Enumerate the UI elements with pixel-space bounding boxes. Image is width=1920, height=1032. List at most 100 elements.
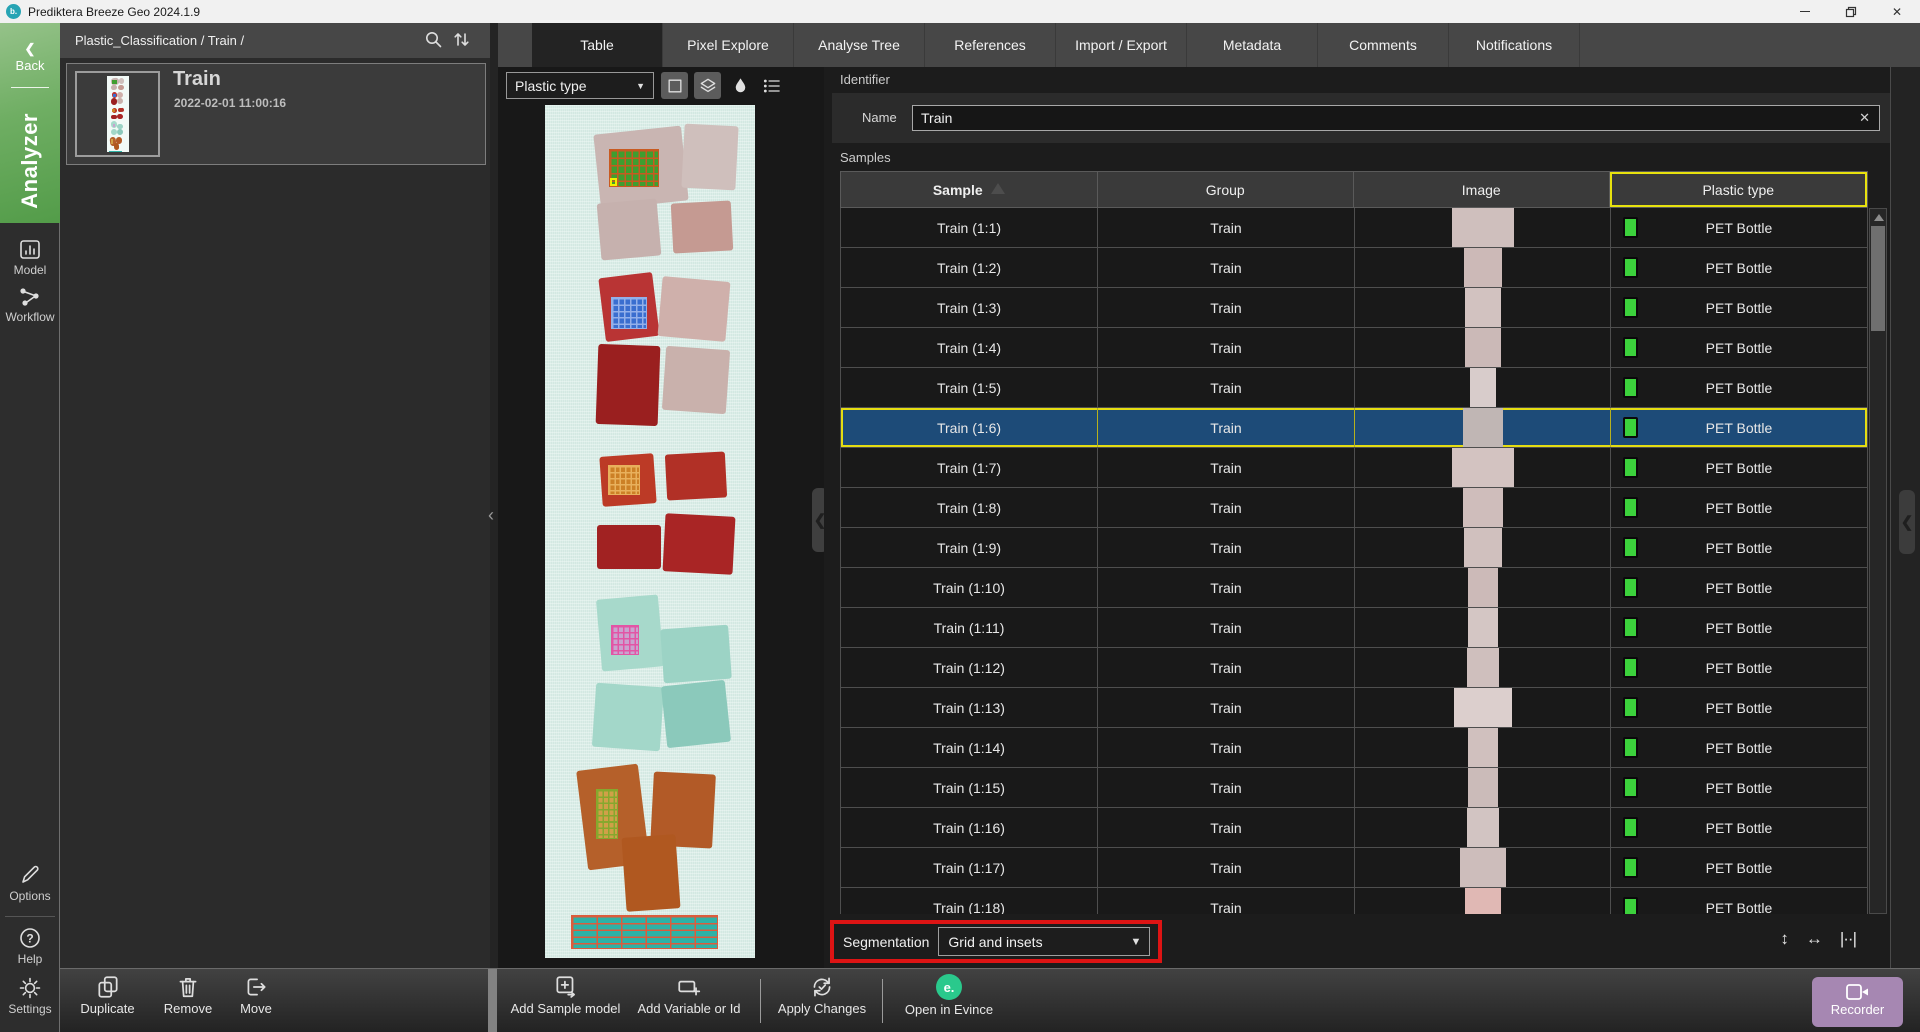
samples-table-header: Sample Group Image Plastic type [840,171,1868,208]
search-icon[interactable] [423,29,444,50]
breadcrumb[interactable]: Plastic_Classification / Train / [75,33,244,48]
toolbar-splitter-band[interactable] [488,969,497,1032]
column-header-group[interactable]: Group [1098,172,1354,207]
collapse-right-handle[interactable]: ❮ [1899,490,1915,554]
nav-item-model[interactable]: Model [0,239,60,277]
sample-cell: Train (1:5) [841,368,1098,407]
resize-vertical-icon[interactable]: ↕ [1780,929,1789,949]
image-cell [1355,528,1611,567]
table-row[interactable]: Train (1:4) Train PET Bottle [841,328,1867,368]
tab-import-export[interactable]: Import / Export [1056,23,1187,67]
dataset-card-train[interactable]: Train 2022-02-01 11:00:16 [66,63,486,165]
move-icon [247,978,266,996]
group-cell: Train [1098,368,1355,407]
video-camera-icon [1845,984,1868,1000]
column-header-sample[interactable]: Sample [841,172,1098,207]
model-icon [20,240,40,259]
scrollbar-thumb[interactable] [1871,226,1885,331]
plastic-type-value: PET Bottle [1705,459,1773,476]
table-row[interactable]: Train (1:11) Train PET Bottle [841,608,1867,648]
minimize-button[interactable] [1782,0,1828,23]
splitter-left[interactable] [490,23,498,968]
image-cell-strip [1463,248,1502,287]
remove-label: Remove [163,1001,213,1016]
table-row[interactable]: Train (1:17) Train PET Bottle [841,848,1867,888]
table-row[interactable]: Train (1:2) Train PET Bottle [841,248,1867,288]
back-analyzer-block[interactable]: ❮ Back Analyzer [0,23,60,223]
image-cell-strip [1466,808,1499,847]
collapse-left-chevron-icon[interactable]: ‹ [488,505,494,526]
nav-item-settings-label: Settings [8,1002,52,1016]
add-sample-model-button[interactable]: Add Sample model [508,974,623,1016]
restore-button[interactable] [1828,0,1874,23]
table-row[interactable]: Train (1:12) Train PET Bottle [841,648,1867,688]
table-row[interactable]: Train (1:1) Train PET Bottle [841,208,1867,248]
table-panel: Identifier Name ✕ Samples Sample Group I… [824,67,1890,968]
apply-changes-button[interactable]: Apply Changes [772,974,872,1016]
nav-item-workflow[interactable]: Workflow [0,286,60,324]
sample-image-strip[interactable] [545,105,755,958]
table-row[interactable]: Train (1:9) Train PET Bottle [841,528,1867,568]
layer-selector-dropdown[interactable]: Plastic type ▼ [506,72,654,99]
view-mode-layers-button[interactable] [694,72,721,99]
table-row[interactable]: Train (1:14) Train PET Bottle [841,728,1867,768]
view-mode-square-button[interactable] [661,72,688,99]
plastic-type-value: PET Bottle [1705,859,1773,876]
contrast-button[interactable] [727,72,754,99]
name-input[interactable] [913,106,1879,130]
plastic-flake [117,113,125,120]
plastic-type-cell: PET Bottle [1611,248,1867,287]
tab-comments[interactable]: Comments [1318,23,1449,67]
plastic-type-cell: PET Bottle [1611,768,1867,807]
table-row[interactable]: Train (1:6) Train PET Bottle [841,408,1867,448]
table-row[interactable]: Train (1:10) Train PET Bottle [841,568,1867,608]
sort-icon[interactable] [451,29,472,50]
table-scrollbar[interactable] [1869,208,1887,914]
plastic-type-cell: PET Bottle [1611,408,1867,447]
table-row[interactable]: Train (1:16) Train PET Bottle [841,808,1867,848]
open-in-evince-button[interactable]: e. Open in Evince [894,974,1004,1017]
image-viewer-panel: Plastic type ▼ [498,67,824,968]
recorder-button[interactable]: Recorder [1812,977,1903,1027]
table-row[interactable]: Train (1:8) Train PET Bottle [841,488,1867,528]
tab-references[interactable]: References [925,23,1056,67]
move-button[interactable]: Move [228,974,284,1016]
group-cell: Train [1098,488,1355,527]
tab-metadata[interactable]: Metadata [1187,23,1318,67]
class-color-swatch [1623,297,1638,318]
nav-item-help[interactable]: ? Help [0,926,60,966]
close-button[interactable]: ✕ [1874,0,1920,23]
nav-item-settings[interactable]: Settings [0,976,60,1016]
image-cell [1355,448,1611,487]
class-color-swatch [1623,457,1638,478]
tab-notifications[interactable]: Notifications [1449,23,1580,67]
sample-cell: Train (1:14) [841,728,1098,767]
table-row[interactable]: Train (1:3) Train PET Bottle [841,288,1867,328]
column-header-plastic-type[interactable]: Plastic type [1610,172,1868,207]
column-header-image[interactable]: Image [1354,172,1610,207]
tab-analyse-tree[interactable]: Analyse Tree [794,23,925,67]
fit-width-icon[interactable]: |··| [1840,929,1857,949]
table-row[interactable]: Train (1:5) Train PET Bottle [841,368,1867,408]
segmentation-dropdown[interactable]: Grid and insets ▼ [938,927,1151,956]
dataset-thumbnail-image [106,76,129,152]
resize-horizontal-icon[interactable]: ↔ [1806,929,1823,949]
duplicate-label: Duplicate [80,1001,135,1016]
table-row[interactable]: Train (1:15) Train PET Bottle [841,768,1867,808]
clear-name-icon[interactable]: ✕ [1859,110,1870,126]
plastic-type-value: PET Bottle [1705,699,1773,716]
add-variable-button[interactable]: Add Variable or Id [628,974,750,1016]
table-row[interactable]: Train (1:7) Train PET Bottle [841,448,1867,488]
table-row[interactable]: Train (1:13) Train PET Bottle [841,688,1867,728]
segmentation-grid-overlay [112,109,116,112]
help-icon: ? [20,928,40,948]
tab-pixel-explore[interactable]: Pixel Explore [663,23,794,67]
table-row[interactable]: Train (1:18) Train PET Bottle [841,888,1867,914]
scroll-up-icon[interactable] [1874,214,1884,221]
remove-button[interactable]: Remove [153,974,223,1016]
tab-table[interactable]: Table [532,23,663,67]
plastic-flake [117,98,124,105]
nav-item-options[interactable]: Options [0,863,60,903]
list-view-button[interactable] [758,72,785,99]
duplicate-button[interactable]: Duplicate [70,974,145,1016]
